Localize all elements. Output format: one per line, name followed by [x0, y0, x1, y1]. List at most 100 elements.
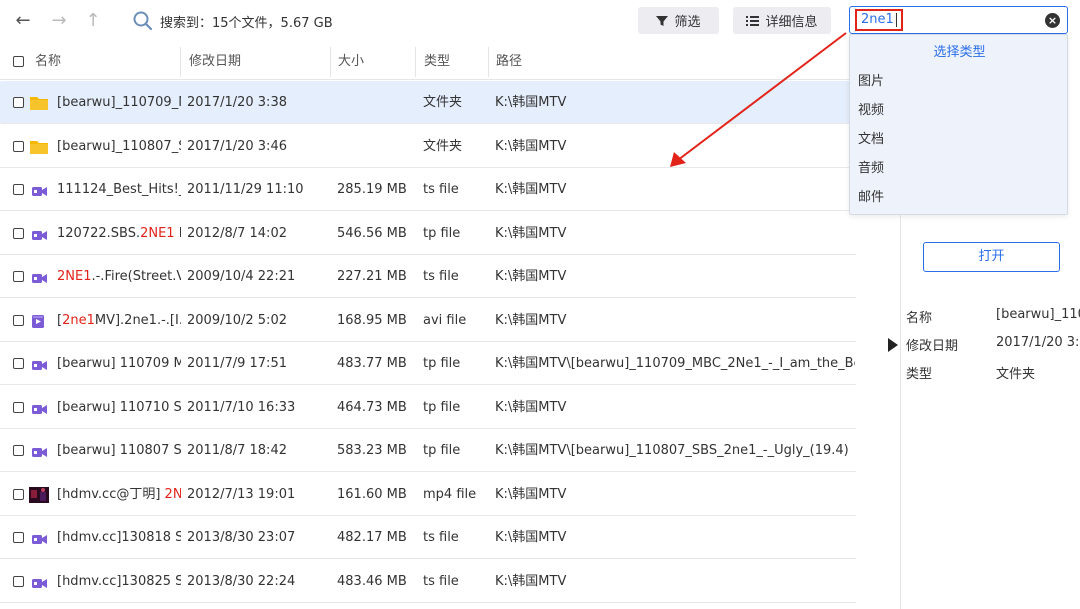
file-date: 2013/8/30 22:24	[187, 573, 296, 589]
file-type: ts file	[423, 530, 459, 545]
row-checkbox[interactable]	[13, 401, 24, 413]
open-button[interactable]: 打开	[923, 242, 1060, 272]
dropdown-title[interactable]: 选择类型	[850, 41, 1069, 60]
file-type: tp file	[423, 399, 461, 415]
file-type: tp file	[423, 356, 461, 371]
file-date: 2009/10/2 5:02	[187, 312, 287, 328]
file-name: [2ne1MV].2ne1.-.[I.…	[57, 299, 181, 342]
file-path: K:\韩国MTV	[495, 312, 567, 328]
table-row[interactable]: 111124_Best_Hits!_… 2011/11/29 11:10 285.1…	[0, 168, 856, 211]
video-file-icon	[29, 441, 49, 461]
row-checkbox[interactable]	[13, 358, 24, 369]
column-divider[interactable]	[330, 47, 331, 77]
file-size: 227.21 MB	[337, 269, 407, 284]
file-type: ts file	[423, 269, 459, 284]
file-type: 文件夹	[423, 138, 463, 154]
row-checkbox[interactable]	[13, 271, 24, 282]
file-size: 546.56 MB	[337, 225, 407, 241]
folder-icon	[29, 137, 49, 157]
search-icon	[133, 11, 153, 31]
table-row[interactable]: [bearwu]_110709_M… 2017/1/20 3:38 文件夹 K:\韩国…	[0, 81, 856, 124]
file-size: 583.23 MB	[337, 443, 407, 458]
row-checkbox[interactable]	[13, 488, 24, 500]
table-row[interactable]: 2NE1.-.Fire(Street.V… 2009/10/4 22:21 227.…	[0, 255, 856, 298]
file-name: [bearwu]_110807_S…	[57, 125, 181, 168]
row-checkbox[interactable]	[13, 532, 24, 543]
column-header-size[interactable]: 大小	[338, 44, 364, 80]
table-row[interactable]: [bearwu] 110709 M… 2011/7/9 17:51 483.77 M…	[0, 342, 856, 385]
column-header-type[interactable]: 类型	[424, 44, 450, 80]
detail-date-label: 修改日期	[906, 339, 959, 354]
search-value-highlight: 2ne1	[855, 9, 903, 31]
column-divider[interactable]	[180, 47, 181, 77]
file-name-text: [bearwu]_110709_M…	[57, 95, 181, 110]
video-file-icon	[29, 572, 49, 592]
table-row[interactable]: [hdmv.cc]130825 SB… 2013/8/30 22:24 483.46…	[0, 560, 856, 603]
column-header-name[interactable]: 名称	[35, 44, 61, 80]
row-checkbox[interactable]	[13, 184, 24, 195]
table-row[interactable]: 120722.SBS.2NE1 I … 2012/8/7 14:02 546.56 …	[0, 212, 856, 255]
file-name: 2NE1.-.Fire(Street.V…	[57, 255, 181, 298]
file-path: K:\韩国MTV	[495, 530, 567, 545]
dropdown-item-documents[interactable]: 文档	[858, 128, 884, 147]
filter-button[interactable]: 筛选	[638, 7, 719, 34]
table-header: 名称 修改日期 大小 类型 路径	[0, 44, 856, 80]
file-name: [bearwu]_110709_M…	[57, 81, 181, 124]
filter-label: 筛选	[674, 15, 701, 30]
video-file-icon	[29, 180, 49, 200]
file-name-text: 111124_Best_Hits!_…	[57, 182, 181, 197]
column-divider[interactable]	[415, 47, 416, 77]
detail-name-value: [bearwu]_110…	[996, 307, 1080, 322]
video-file-icon	[29, 354, 49, 374]
clear-search-icon[interactable]: ×	[1045, 13, 1060, 28]
row-checkbox[interactable]	[13, 97, 24, 108]
video-file-icon	[29, 398, 49, 418]
file-size: 483.46 MB	[337, 573, 407, 589]
file-name-text: I …	[178, 225, 181, 241]
column-header-date[interactable]: 修改日期	[189, 44, 241, 80]
table-row[interactable]: [2ne1MV].2ne1.-.[I.… 2009/10/2 5:02 168.95…	[0, 299, 856, 342]
file-name-match: 2NE1	[57, 269, 92, 284]
up-arrow-icon[interactable]: ↑	[82, 10, 104, 32]
dropdown-item-audio[interactable]: 音频	[858, 157, 884, 176]
file-name: [hdmv.cc]130818 SB…	[57, 516, 181, 559]
file-name-text: MV].2ne1.-.[I.…	[94, 312, 181, 328]
file-name-text: [hdmv.cc@丁明]	[57, 486, 165, 502]
dropdown-item-email[interactable]: 邮件	[858, 186, 884, 205]
file-type: ts file	[423, 182, 459, 197]
table-row[interactable]: [bearwu]_110807_S… 2017/1/20 3:46 文件夹 K:\韩国…	[0, 125, 856, 168]
table-row[interactable]: [hdmv.cc@丁明] 2N… 2012/7/13 19:01 161.60 MB…	[0, 473, 856, 516]
row-checkbox[interactable]	[13, 227, 24, 239]
row-checkbox[interactable]	[13, 314, 24, 326]
file-name-text: [bearwu] 110709 M…	[57, 356, 181, 371]
file-path: K:\韩国MTV	[495, 225, 567, 241]
file-path: K:\韩国MTV	[495, 486, 567, 502]
file-name-text: [hdmv.cc]130818 SB…	[57, 530, 181, 545]
table-row[interactable]: [hdmv.cc]130818 SB… 2013/8/30 23:07 482.17…	[0, 516, 856, 559]
table-row[interactable]: [bearwu] 110807 SB… 2011/8/7 18:42 583.23 …	[0, 429, 856, 472]
file-name: [bearwu] 110709 M…	[57, 342, 181, 385]
dropdown-item-images[interactable]: 图片	[858, 70, 884, 89]
file-type: avi file	[423, 312, 467, 328]
file-size: 483.77 MB	[337, 356, 407, 371]
video-file-icon	[29, 267, 49, 287]
file-name: 120722.SBS.2NE1 I …	[57, 212, 181, 255]
table-row[interactable]: [bearwu] 110710 SB… 2011/7/10 16:33 464.73…	[0, 386, 856, 429]
file-date: 2013/8/30 23:07	[187, 530, 296, 545]
detail-name-label: 名称	[906, 311, 933, 326]
row-checkbox[interactable]	[13, 575, 24, 587]
row-checkbox[interactable]	[13, 445, 24, 456]
file-date: 2009/10/4 22:21	[187, 269, 296, 284]
file-path: K:\韩国MTV	[495, 138, 567, 154]
forward-arrow-icon[interactable]: →	[48, 10, 70, 32]
file-date: 2012/8/7 14:02	[187, 225, 287, 241]
column-header-path[interactable]: 路径	[496, 44, 522, 80]
back-arrow-icon[interactable]: ←	[12, 10, 34, 32]
search-input[interactable]: 2ne1 ×	[849, 6, 1068, 34]
select-all-checkbox[interactable]	[13, 56, 24, 67]
details-button[interactable]: 详细信息	[733, 7, 831, 34]
column-divider[interactable]	[488, 47, 489, 77]
dropdown-item-video[interactable]: 视频	[858, 99, 884, 118]
list-icon	[746, 15, 760, 26]
row-checkbox[interactable]	[13, 140, 24, 152]
